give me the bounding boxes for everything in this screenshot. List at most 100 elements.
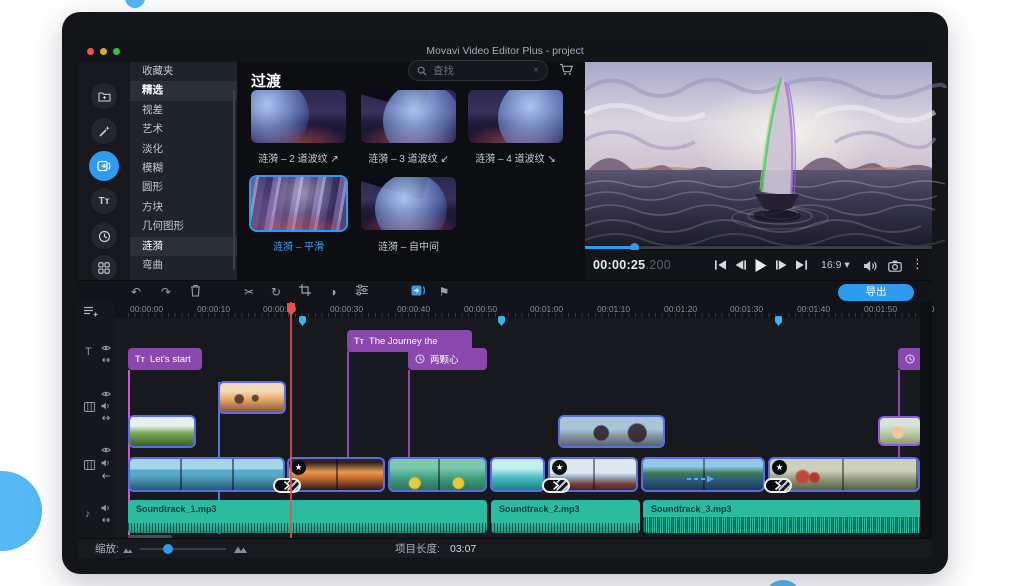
transition-label: 涟漪 – 自中间 bbox=[361, 238, 456, 253]
overlay-clip-people[interactable] bbox=[218, 381, 286, 414]
overlay-clip-motorbike[interactable] bbox=[558, 415, 665, 448]
timeline-marker[interactable] bbox=[498, 316, 505, 326]
audio-clip-soundtrack-2[interactable]: Soundtrack_2.mp3 bbox=[491, 500, 640, 533]
playback-controls: 00:00:25.200 16:9 ▾ ⋮ bbox=[585, 250, 932, 280]
import-media-button[interactable] bbox=[91, 83, 117, 109]
category-parallax[interactable]: 视差 bbox=[130, 101, 237, 120]
marker-flag-button[interactable]: ⚑ bbox=[436, 284, 452, 300]
transition-badge[interactable] bbox=[273, 478, 301, 493]
video-clip-lake[interactable] bbox=[128, 457, 285, 492]
video-track-visibility-toggle[interactable] bbox=[101, 446, 111, 454]
video-clip-mountain-lake[interactable] bbox=[641, 457, 765, 492]
transition-thumb-ripple-smooth-selected[interactable] bbox=[251, 177, 346, 230]
store-cart-button[interactable] bbox=[559, 63, 574, 81]
overlay-clip-mountains[interactable] bbox=[128, 415, 196, 448]
category-geometry[interactable]: 几何图形 bbox=[130, 217, 237, 236]
category-art[interactable]: 艺术 bbox=[130, 120, 237, 139]
transition-icon bbox=[97, 160, 111, 172]
category-blur[interactable]: 模糊 bbox=[130, 159, 237, 178]
skip-forward-button[interactable] bbox=[796, 260, 807, 270]
category-circle[interactable]: 圆形 bbox=[130, 178, 237, 197]
preview-video-frame[interactable] bbox=[585, 62, 932, 245]
filters-button[interactable] bbox=[91, 118, 117, 144]
category-scrollbar[interactable] bbox=[233, 90, 235, 270]
video-clip-kayaks[interactable] bbox=[388, 457, 487, 492]
overlay-clip-selfie[interactable] bbox=[878, 416, 922, 446]
more-options-button[interactable]: ⋮ bbox=[911, 256, 924, 272]
transition-badge[interactable] bbox=[764, 478, 792, 493]
timeline-right-gutter bbox=[920, 302, 932, 538]
title-clip-partial[interactable] bbox=[898, 348, 920, 370]
undo-button[interactable]: ↶ bbox=[128, 284, 144, 300]
category-featured[interactable]: 精选 bbox=[130, 81, 237, 100]
split-button[interactable]: ✂ bbox=[241, 284, 257, 300]
timecode-main: 00:00:25 bbox=[593, 258, 645, 272]
transitions-button[interactable] bbox=[89, 151, 119, 181]
clock-icon bbox=[905, 354, 915, 364]
volume-button[interactable] bbox=[863, 259, 877, 277]
stickers-button[interactable] bbox=[91, 223, 117, 249]
export-button[interactable]: 导出 bbox=[838, 284, 914, 301]
seek-progress bbox=[585, 246, 635, 249]
clip-properties-button[interactable] bbox=[354, 284, 370, 300]
overlay-track-visibility-toggle[interactable] bbox=[101, 390, 111, 398]
overlay-track-mute-toggle[interactable] bbox=[101, 402, 111, 410]
zoom-slider-handle[interactable] bbox=[163, 544, 173, 554]
seek-bar[interactable] bbox=[585, 246, 932, 249]
transitions-panel: 过渡 × 涟漪 – 2 道波纹 ↗ 涟漪 – 3 道波纹 ↙ 涟漪 – 4 道波… bbox=[237, 62, 585, 280]
transition-thumb-ripple-center[interactable] bbox=[361, 177, 456, 230]
zoom-out-icon[interactable] bbox=[123, 547, 133, 553]
next-frame-button[interactable] bbox=[776, 260, 787, 270]
transition-arrow-icon bbox=[553, 481, 559, 490]
video-track-mute-toggle[interactable] bbox=[101, 459, 111, 467]
redo-button[interactable]: ↷ bbox=[158, 284, 174, 300]
title-track-link-toggle[interactable] bbox=[101, 356, 111, 364]
audio-track-icon: ♪ bbox=[85, 508, 91, 520]
category-warp[interactable]: 弯曲 bbox=[130, 256, 237, 275]
category-blocks[interactable]: 方块 bbox=[130, 198, 237, 217]
zoom-in-icon[interactable] bbox=[234, 545, 248, 553]
transition-thumb-ripple-3[interactable] bbox=[361, 90, 456, 143]
skip-back-button[interactable] bbox=[715, 260, 726, 270]
video-track-arrange-button[interactable] bbox=[101, 472, 111, 480]
category-ripple[interactable]: 涟漪 bbox=[130, 237, 237, 256]
category-fade[interactable]: 淡化 bbox=[130, 140, 237, 159]
delete-button[interactable] bbox=[187, 284, 203, 300]
color-adjustments-button[interactable]: ◑ bbox=[325, 284, 341, 300]
video-clip-surf[interactable] bbox=[490, 457, 545, 492]
clear-search-icon[interactable]: × bbox=[533, 65, 539, 76]
sliders-icon bbox=[356, 284, 368, 296]
timeline-marker[interactable] bbox=[299, 316, 306, 326]
snapshot-button[interactable] bbox=[888, 259, 902, 277]
overlay-track-link-toggle[interactable] bbox=[101, 414, 111, 422]
add-track-button[interactable] bbox=[84, 306, 97, 317]
transition-thumb-ripple-2[interactable] bbox=[251, 90, 346, 143]
transition-badge[interactable] bbox=[542, 478, 570, 493]
transport-controls bbox=[715, 259, 807, 272]
more-tools-button[interactable] bbox=[91, 255, 117, 281]
search-input[interactable] bbox=[433, 65, 527, 77]
zoom-slider-track[interactable] bbox=[140, 548, 226, 550]
audio-track-link-toggle[interactable] bbox=[101, 516, 111, 524]
transition-wizard-button[interactable] bbox=[410, 284, 426, 300]
titles-button[interactable]: Tт bbox=[91, 188, 117, 214]
audio-clip-soundtrack-1[interactable]: Soundtrack_1.mp3 bbox=[128, 500, 487, 533]
audio-track-mute-toggle[interactable] bbox=[101, 504, 111, 512]
audio-clip-soundtrack-3[interactable]: Soundtrack_3.mp3 bbox=[643, 500, 923, 533]
title-track-visibility-toggle[interactable] bbox=[101, 344, 111, 352]
rotate-button[interactable]: ↻ bbox=[268, 284, 284, 300]
play-button[interactable] bbox=[755, 259, 767, 272]
category-favorites[interactable]: 收藏夹 bbox=[130, 62, 237, 81]
title-clip-hearts[interactable]: 两颗心 bbox=[408, 348, 487, 370]
search-box[interactable]: × bbox=[408, 60, 548, 81]
playhead-line[interactable] bbox=[290, 302, 292, 538]
timeline-ruler[interactable]: 00:00:00 00:00:10 00:00:20 00:00:30 00:0… bbox=[115, 302, 932, 318]
title-clip-label: The Journey the bbox=[369, 336, 438, 347]
previous-frame-button[interactable] bbox=[735, 260, 746, 270]
undo-icon: ↶ bbox=[131, 285, 141, 299]
title-clip-lets-start[interactable]: TтLet's start bbox=[128, 348, 202, 370]
transition-thumb-ripple-4[interactable] bbox=[468, 90, 563, 143]
crop-button[interactable] bbox=[297, 284, 313, 300]
aspect-ratio-select[interactable]: 16:9 ▾ bbox=[821, 259, 850, 271]
timeline-marker[interactable] bbox=[775, 316, 782, 326]
